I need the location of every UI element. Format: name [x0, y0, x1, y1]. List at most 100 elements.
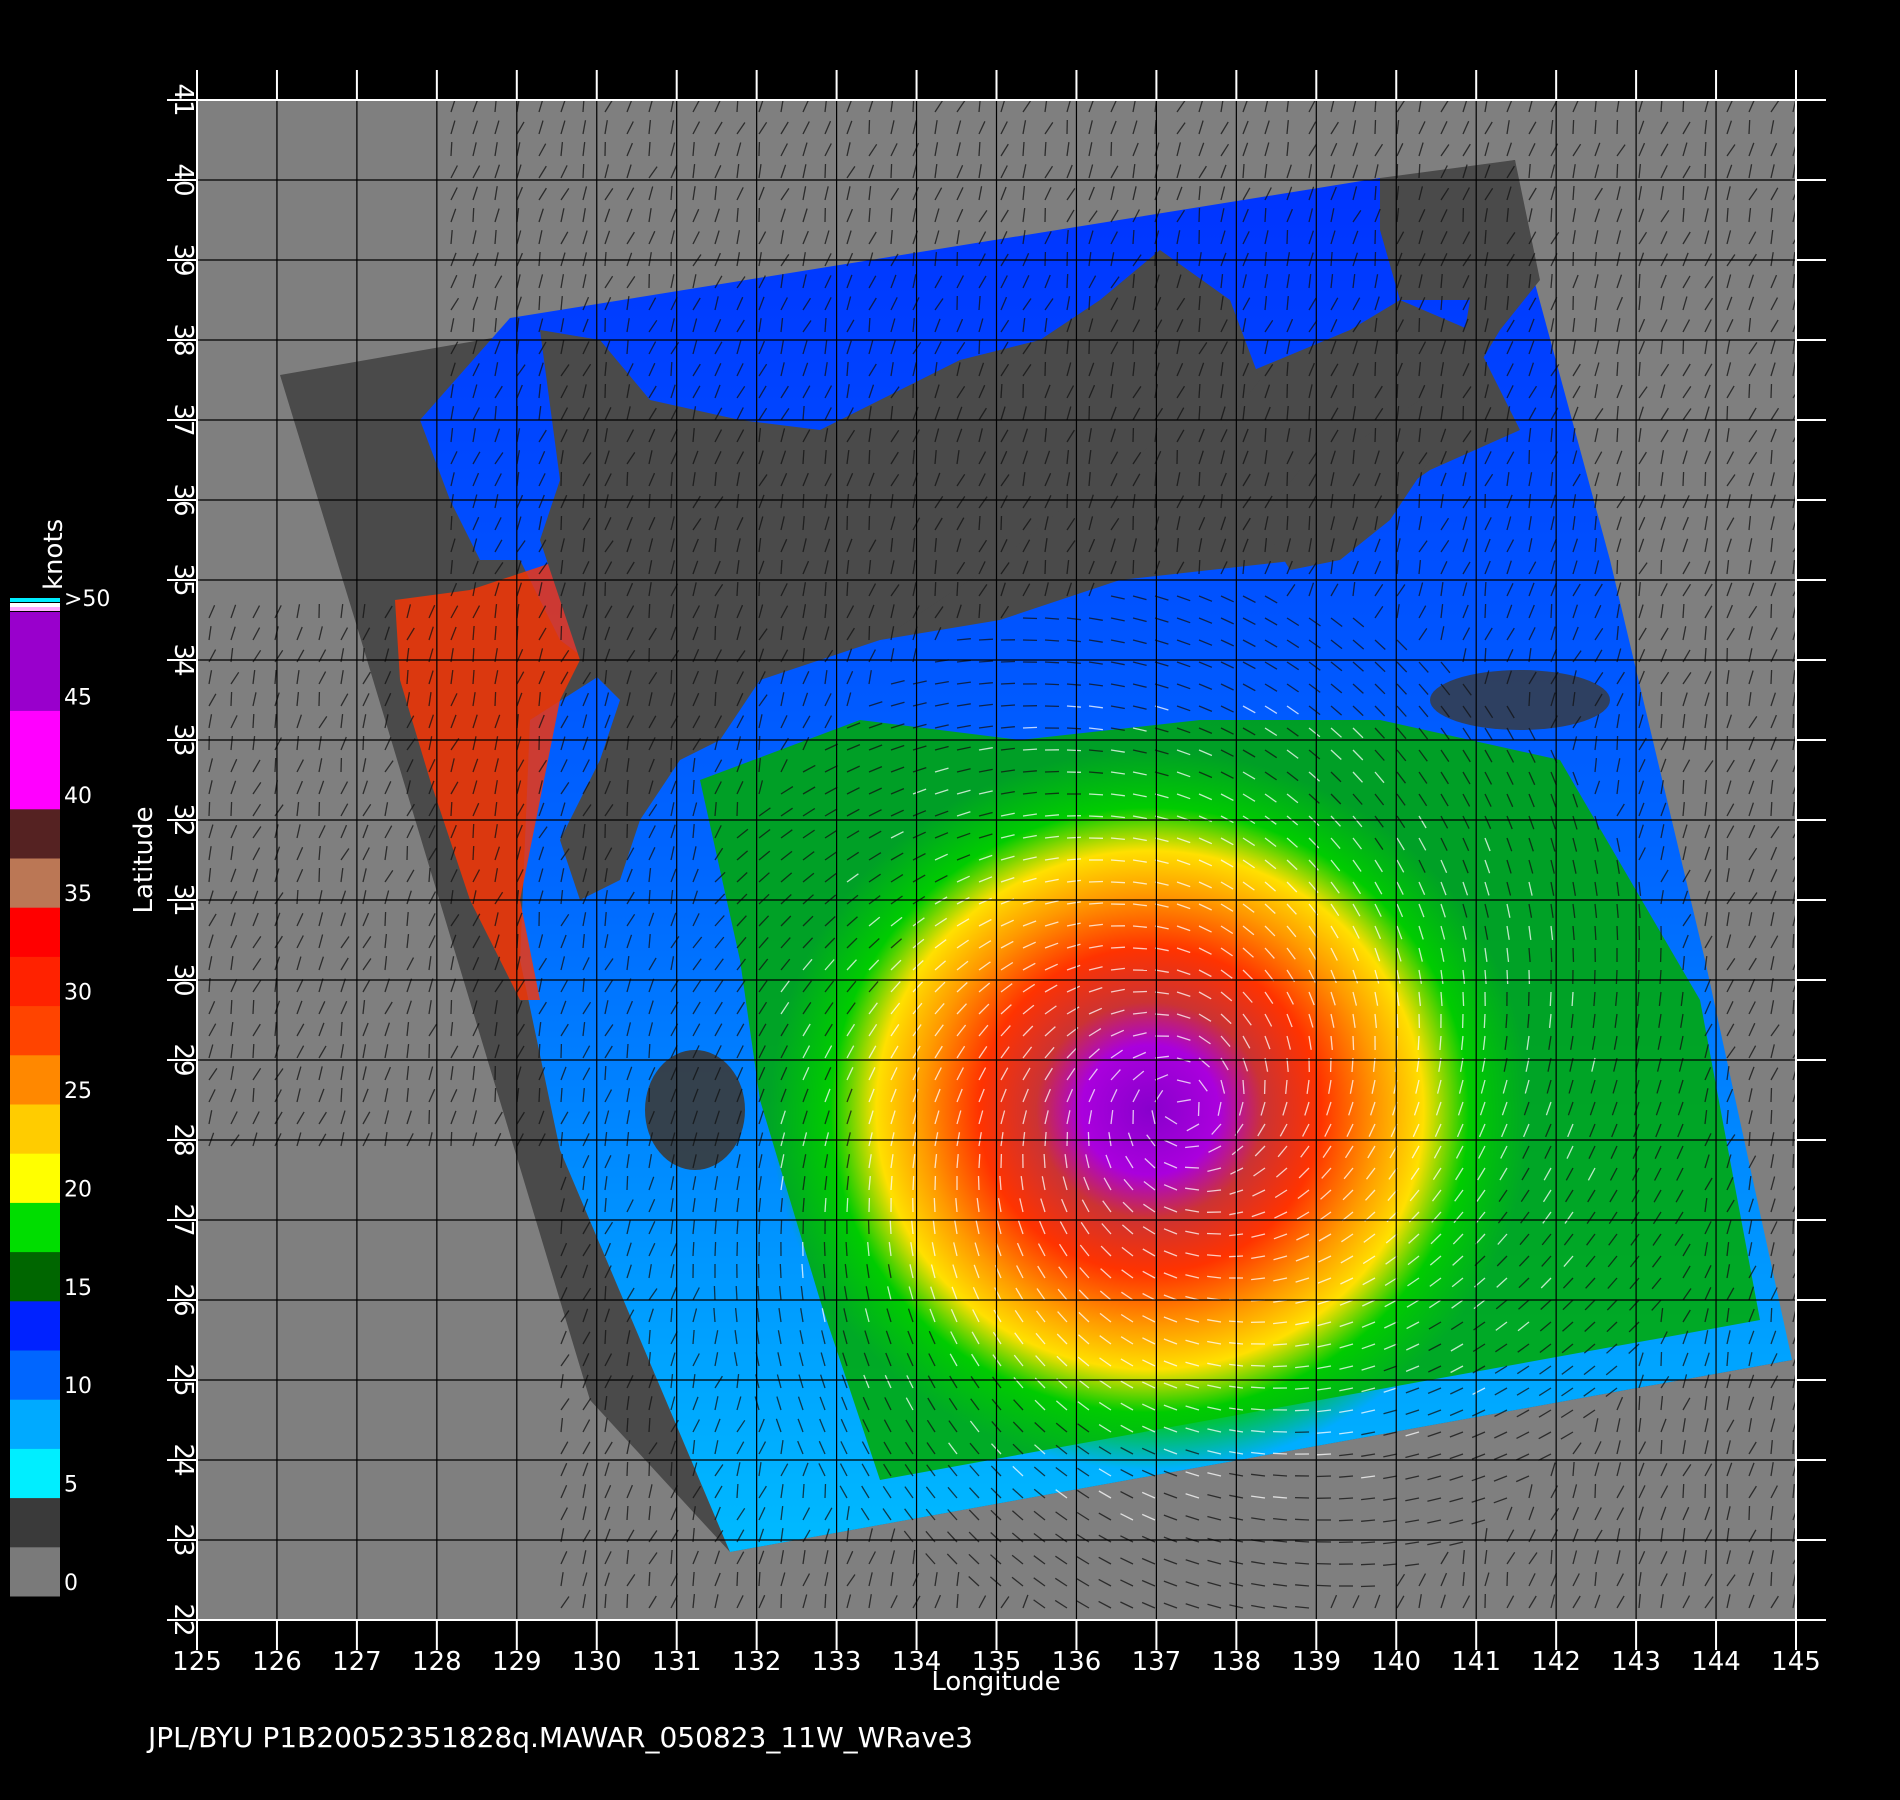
colorbar-label: 30	[64, 981, 92, 1006]
wind-vector	[1506, 1571, 1509, 1587]
wind-vector	[648, 1461, 651, 1477]
colorbar-label: 5	[64, 1473, 78, 1498]
wind-vector	[977, 1175, 980, 1191]
wind-vector	[735, 1285, 738, 1301]
wind-vector	[1770, 603, 1773, 619]
lon-tick-label: 128	[412, 1647, 462, 1677]
wind-speed-colorbar: 0 5 10 15 20 25 30 35 40 45 >50	[10, 587, 110, 1597]
wind-vector	[1132, 990, 1148, 993]
colorbar-band	[10, 1399, 60, 1449]
wind-vector	[758, 735, 761, 751]
wind-vector	[1682, 603, 1685, 619]
wind-vector	[1022, 617, 1038, 620]
wind-vector	[889, 1219, 892, 1235]
wind-vector	[230, 999, 233, 1015]
wind-vector	[472, 845, 475, 861]
lon-tick-label: 131	[652, 1647, 702, 1677]
wind-vector	[736, 581, 739, 597]
wind-vector	[1484, 581, 1487, 597]
wind-vector	[1616, 163, 1619, 179]
lat-tick-label: 40	[168, 163, 198, 196]
colorbar-cap	[10, 607, 60, 611]
wind-vector	[1660, 1351, 1663, 1367]
wind-vector	[1396, 383, 1399, 399]
wind-vector	[1088, 880, 1104, 883]
wind-vector	[626, 801, 629, 817]
wind-vector	[1352, 383, 1355, 399]
wind-vector	[1572, 947, 1575, 963]
wind-vector	[1066, 493, 1069, 509]
colorbar-band	[10, 612, 60, 711]
lon-tick-label: 125	[172, 1647, 222, 1677]
wind-vector	[1286, 515, 1289, 531]
wind-vector	[494, 691, 497, 707]
wind-vector	[1660, 559, 1663, 575]
wind-vector	[1206, 1232, 1222, 1235]
colorbar-band	[10, 1153, 60, 1203]
wind-vector	[208, 801, 211, 817]
wind-vector	[1660, 1439, 1663, 1455]
wind-vector	[1043, 1153, 1046, 1169]
wind-vector	[868, 625, 871, 641]
wind-vector	[1044, 770, 1060, 773]
wind-vector	[1087, 1131, 1090, 1147]
colorbar-band	[10, 858, 60, 908]
wind-vector	[1022, 726, 1038, 729]
wind-vector	[1374, 427, 1377, 443]
wind-vector	[1198, 405, 1201, 421]
wind-vector	[626, 1593, 629, 1609]
wind-vector	[1616, 735, 1619, 751]
wind-vector	[867, 1219, 870, 1235]
wind-vector	[868, 119, 871, 135]
wind-vector	[604, 1329, 607, 1345]
lat-tick-label: 38	[168, 323, 198, 356]
wind-vector	[845, 1241, 848, 1257]
wind-vector	[1792, 933, 1795, 949]
wind-vector	[692, 1241, 695, 1257]
wind-vector	[868, 449, 871, 465]
wind-vector	[868, 515, 871, 531]
wind-vector	[1792, 999, 1795, 1015]
wind-vector	[1571, 991, 1574, 1007]
wind-vector	[1792, 1153, 1795, 1169]
lon-tick-label: 126	[252, 1647, 302, 1677]
wind-vector	[1294, 1540, 1310, 1543]
wind-vector	[714, 1241, 717, 1257]
wind-vector	[1550, 947, 1553, 963]
y-axis-label: Latitude	[129, 806, 159, 913]
lat-tick-label: 41	[168, 83, 198, 116]
wind-vector	[1294, 1409, 1310, 1412]
colorbar-band	[10, 710, 60, 810]
lon-tick-label: 141	[1451, 1647, 1501, 1677]
lat-tick-label: 27	[168, 1203, 198, 1236]
wind-vector	[868, 317, 871, 333]
wind-vector	[1374, 119, 1377, 135]
wind-vector	[1066, 727, 1082, 730]
wind-vector	[1198, 471, 1201, 487]
lon-tick-label: 139	[1291, 1647, 1341, 1677]
wind-vector	[1374, 361, 1377, 377]
lon-tick-label: 137	[1132, 1647, 1182, 1677]
wind-vector	[1770, 669, 1773, 685]
wind-vector	[1000, 383, 1003, 399]
wind-vector	[846, 581, 849, 597]
wind-vector	[252, 1043, 255, 1059]
latitude-tick-labels: 22 23 24 25 26 27 28 29 30 31 32 33 34 35 36 37 38 39 40 41	[168, 83, 198, 1636]
colorbar-unit-label: knots	[39, 519, 69, 590]
colorbar-label: 20	[64, 1177, 92, 1202]
wind-vector	[780, 1219, 783, 1235]
wind-vector	[736, 801, 739, 817]
wind-vector	[823, 1241, 826, 1257]
wind-vector	[1044, 792, 1060, 795]
wind-vector	[824, 1197, 827, 1213]
wind-vector	[560, 603, 563, 619]
wind-vector	[1286, 471, 1289, 487]
wind-vector	[933, 1197, 936, 1213]
wind-vector	[1418, 493, 1421, 509]
wind-vector	[1308, 405, 1311, 421]
lat-tick-label: 34	[168, 643, 198, 676]
wind-vector	[538, 1043, 541, 1059]
wind-vector	[1110, 881, 1126, 884]
wind-vector	[1616, 925, 1619, 941]
wind-vector	[1338, 1519, 1354, 1522]
